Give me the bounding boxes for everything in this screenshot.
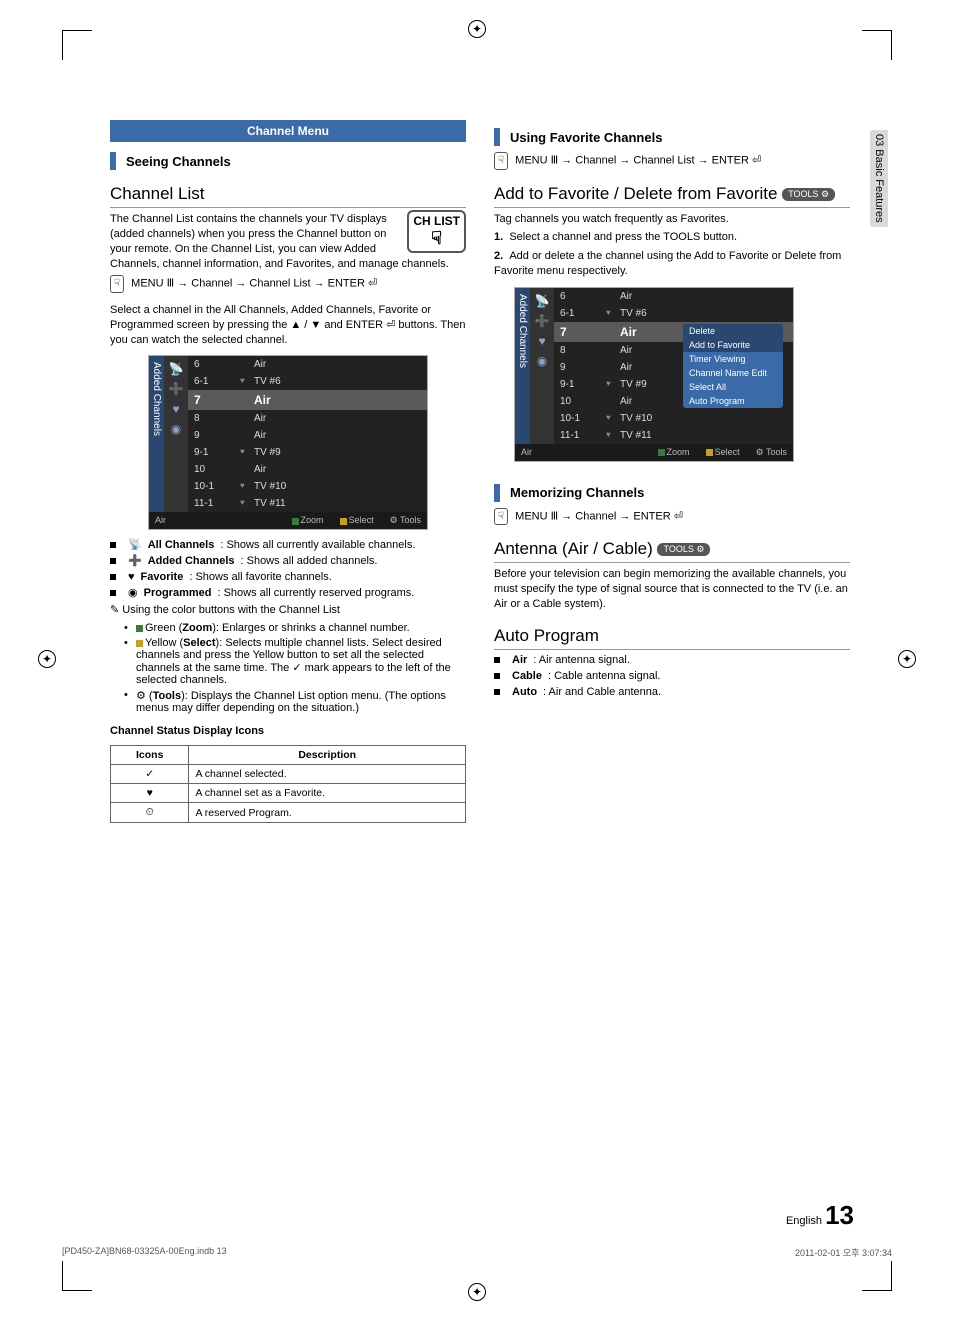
- popup-item: Delete: [683, 324, 783, 338]
- ch-icon-col: 📡➕♥◉: [164, 356, 188, 512]
- channel-row: 9-1♥TV #9: [188, 444, 427, 461]
- step-1: 1. Select a channel and press the TOOLS …: [494, 230, 850, 245]
- nav-path-1-text: MENU Ⅲ → Channel → Channel List → ENTER …: [131, 278, 377, 290]
- channel-menu-header: Channel Menu: [110, 120, 466, 142]
- channel-list-graphic-left: Added Channels 📡➕♥◉ 6Air6-1♥TV #67Air8Ai…: [148, 355, 428, 530]
- page-content: Channel Menu Seeing Channels Channel Lis…: [110, 120, 850, 1230]
- hand-icon: ☟: [494, 152, 508, 170]
- channel-row: 6-1♥TV #6: [188, 373, 427, 390]
- nav-path-1: ☟ MENU Ⅲ → Channel → Channel List → ENTE…: [110, 275, 466, 293]
- note-lead: ✎ Using the color buttons with the Chann…: [110, 603, 466, 618]
- chlist-label: CH LIST: [413, 214, 460, 228]
- tools-badge: TOOLS ⚙: [782, 188, 835, 201]
- ch-foot-tools: Tools: [400, 515, 421, 525]
- step-2: 2. Add or delete a the channel using the…: [494, 249, 850, 279]
- ch-foot-mode: Air: [155, 515, 166, 526]
- icons-table-title: Channel Status Display Icons: [110, 724, 466, 739]
- ch-icon-col-r: 📡➕♥◉: [530, 288, 554, 444]
- ch-side-label-r: Added Channels: [515, 288, 530, 444]
- tbl-h1: Icons: [111, 746, 189, 765]
- print-footer: [PD450-ZA]BN68-03325A-00Eng.indb 13 2011…: [62, 1246, 892, 1259]
- hand-icon: ☟: [494, 508, 508, 526]
- tools-badge: TOOLS ⚙: [657, 543, 710, 556]
- channel-row: 10-1♥TV #10: [188, 478, 427, 495]
- note-item: Yellow (Select): Selects multiple channe…: [124, 637, 466, 686]
- channel-row: 6-1♥TV #6: [554, 305, 793, 322]
- right-column: Using Favorite Channels ☟ MENU Ⅲ → Chann…: [494, 120, 850, 1230]
- ch-side-label: Added Channels: [149, 356, 164, 512]
- channel-row: 10Air: [188, 461, 427, 478]
- legend-block: 📡 All Channels: Shows all currently avai…: [110, 538, 466, 599]
- channel-row: 11-1♥TV #11: [554, 427, 793, 444]
- nav-path-r2: ☟ MENU Ⅲ → Channel → ENTER ⏎: [494, 508, 850, 526]
- auto-item: Cable: Cable antenna signal.: [494, 669, 850, 682]
- auto-item: Auto: Air and Cable antenna.: [494, 685, 850, 698]
- note-item: Green (Zoom): Enlarges or shrinks a chan…: [124, 622, 466, 634]
- note-item: ⚙ (Tools): Displays the Channel List opt…: [124, 689, 466, 714]
- legend-item: ♥ Favorite: Shows all favorite channels.: [110, 570, 466, 583]
- using-favorite-heading: Using Favorite Channels: [494, 128, 850, 146]
- hand-icon: ☟: [110, 275, 124, 293]
- page-number: English 13: [786, 1200, 854, 1231]
- tag-fav-para: Tag channels you watch frequently as Fav…: [494, 212, 850, 227]
- nav-path-r1-text: MENU Ⅲ → Channel → Channel List → ENTER …: [515, 155, 761, 167]
- footer-right: 2011-02-01 오후 3:07:34: [795, 1246, 892, 1259]
- left-column: Channel Menu Seeing Channels Channel Lis…: [110, 120, 466, 1230]
- table-row: ✓A channel selected.: [111, 765, 466, 784]
- icons-table: IconsDescription ✓A channel selected.♥A …: [110, 745, 466, 823]
- add-favorite-heading: Add to Favorite / Delete from Favorite T…: [494, 184, 850, 208]
- ch-foot-zoom: Zoom: [301, 515, 324, 525]
- ch-foot-select-r: Select: [715, 447, 740, 457]
- tbl-h2: Description: [189, 746, 466, 765]
- legend-item: ➕ Added Channels: Shows all added channe…: [110, 554, 466, 567]
- channel-list-graphic-right: Added Channels 📡➕♥◉ 6Air6-1♥TV #67Air8Ai…: [514, 287, 794, 462]
- channel-row: 9Air: [188, 427, 427, 444]
- channel-list-heading: Channel List: [110, 184, 466, 208]
- popup-item: Add to Favorite: [683, 338, 783, 352]
- ch-foot-mode-r: Air: [521, 447, 532, 458]
- antenna-para: Before your television can begin memoriz…: [494, 567, 850, 612]
- nav-path-r1: ☟ MENU Ⅲ → Channel → Channel List → ENTE…: [494, 152, 850, 170]
- color-button-notes: Green (Zoom): Enlarges or shrinks a chan…: [110, 622, 466, 714]
- channel-row: 6Air: [188, 356, 427, 373]
- nav-path-r2-text: MENU Ⅲ → Channel → ENTER ⏎: [515, 511, 683, 523]
- footer-left: [PD450-ZA]BN68-03325A-00Eng.indb 13: [62, 1246, 227, 1259]
- chlist-remote-icon: CH LIST ☟: [407, 210, 466, 253]
- seeing-channels-heading: Seeing Channels: [110, 152, 466, 170]
- ch-footer-r: Air Zoom Select ⚙ Tools: [515, 444, 793, 461]
- table-row: ♥A channel set as a Favorite.: [111, 784, 466, 803]
- ch-foot-select: Select: [349, 515, 374, 525]
- ch-foot-zoom-r: Zoom: [667, 447, 690, 457]
- side-tab: 03 Basic Features: [870, 130, 888, 227]
- context-popup: DeleteAdd to FavoriteTimer ViewingChanne…: [683, 324, 783, 408]
- auto-program-list: Air: Air antenna signal. Cable: Cable ant…: [494, 653, 850, 698]
- auto-program-heading: Auto Program: [494, 626, 850, 650]
- legend-item: ◉ Programmed: Shows all currently reserv…: [110, 586, 466, 599]
- channel-row: 10-1♥TV #10: [554, 410, 793, 427]
- popup-item: Select All: [683, 380, 783, 394]
- popup-item: Channel Name Edit: [683, 366, 783, 380]
- ch-foot-tools-r: Tools: [766, 447, 787, 457]
- table-row: ⏲A reserved Program.: [111, 803, 466, 823]
- channel-row: 7Air: [188, 390, 427, 410]
- select-channel-para: Select a channel in the All Channels, Ad…: [110, 303, 466, 348]
- channel-row: 8Air: [188, 410, 427, 427]
- auto-item: Air: Air antenna signal.: [494, 653, 850, 666]
- channel-row: 11-1♥TV #11: [188, 495, 427, 512]
- popup-item: Timer Viewing: [683, 352, 783, 366]
- popup-item: Auto Program: [683, 394, 783, 408]
- channel-row: 6Air: [554, 288, 793, 305]
- ch-footer: Air Zoom Select ⚙ Tools: [149, 512, 427, 529]
- antenna-heading: Antenna (Air / Cable) TOOLS ⚙: [494, 539, 850, 563]
- legend-item: 📡 All Channels: Shows all currently avai…: [110, 538, 466, 551]
- memorizing-heading: Memorizing Channels: [494, 484, 850, 502]
